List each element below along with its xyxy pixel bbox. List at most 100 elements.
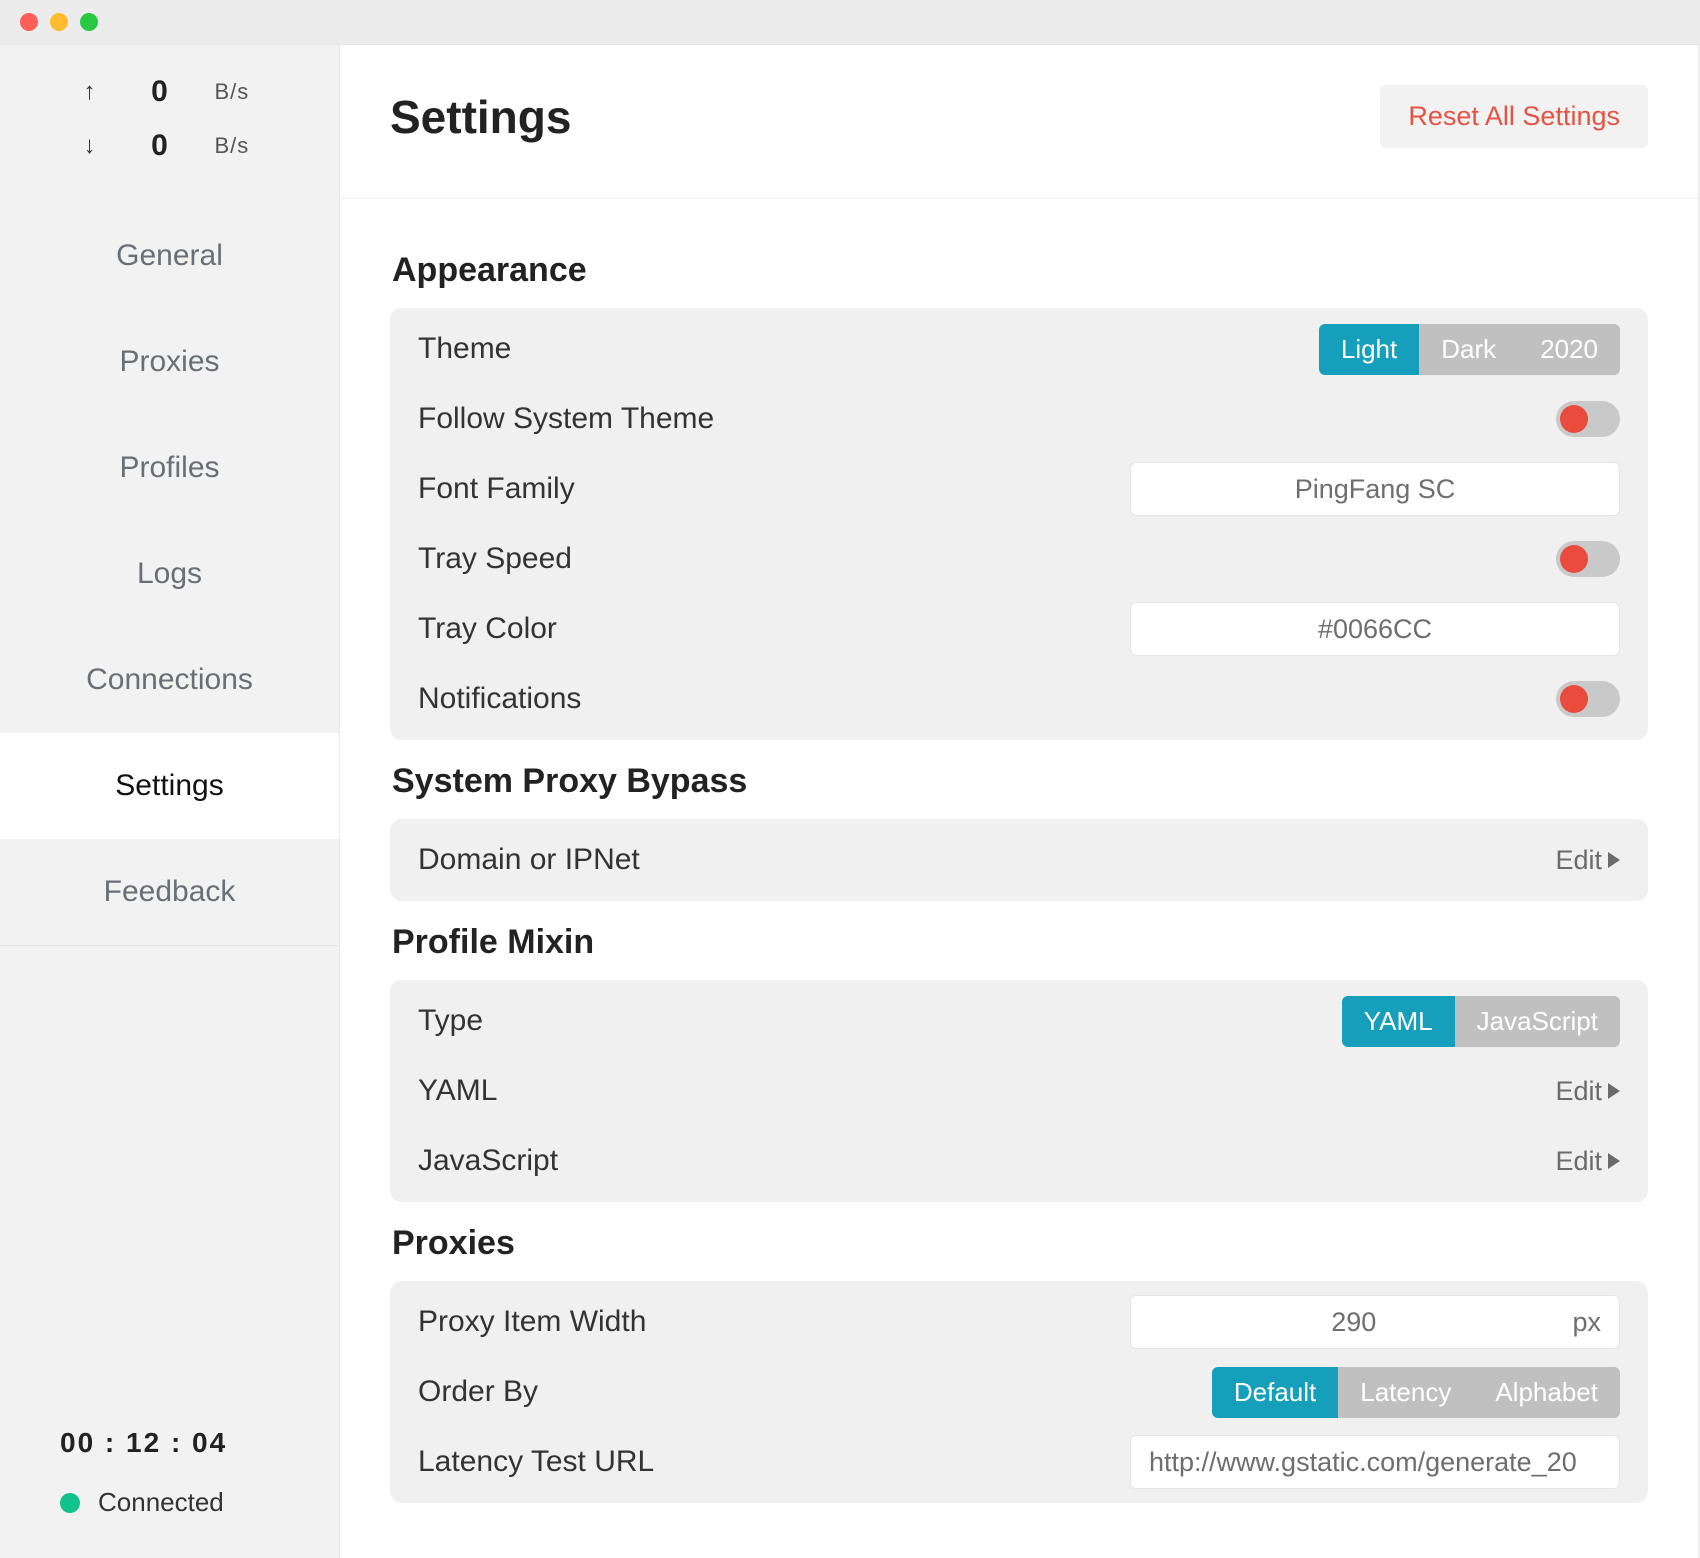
sidebar-footer: 00 : 12 : 04 Connected [0, 1402, 339, 1558]
profile-mixin-card: Type YAML JavaScript YAML Edit [390, 980, 1648, 1202]
sidebar-item-general[interactable]: General [0, 203, 339, 309]
row-tray-speed: Tray Speed [418, 524, 1620, 594]
section-title-proxies: Proxies [392, 1224, 1648, 1263]
speed-block: ↑ 0 B/s ↓ 0 B/s [0, 45, 339, 203]
label-domain-ipnet: Domain or IPNet [418, 843, 640, 877]
page-header: Settings Reset All Settings [340, 45, 1698, 199]
input-latency-test-url[interactable]: http://www.gstatic.com/generate_20 [1130, 1435, 1620, 1489]
mixin-type-option-javascript[interactable]: JavaScript [1455, 996, 1620, 1047]
edit-domain-ipnet-button[interactable]: Edit [1555, 845, 1620, 876]
order-by-option-alphabet[interactable]: Alphabet [1473, 1367, 1620, 1418]
maximize-window-button[interactable] [80, 13, 98, 31]
toggle-knob-icon [1560, 545, 1588, 573]
theme-option-2020[interactable]: 2020 [1518, 324, 1620, 375]
order-by-segmented: Default Latency Alphabet [1212, 1367, 1620, 1418]
row-latency-test-url: Latency Test URL http://www.gstatic.com/… [418, 1427, 1620, 1497]
label-mixin-type: Type [418, 1004, 483, 1038]
toggle-knob-icon [1560, 405, 1588, 433]
label-tray-speed: Tray Speed [418, 542, 572, 576]
row-notifications: Notifications [418, 664, 1620, 734]
sidebar-item-connections[interactable]: Connections [0, 627, 339, 733]
chevron-right-icon [1608, 1083, 1620, 1099]
speed-download-row: ↓ 0 B/s [35, 119, 304, 173]
mixin-type-segmented: YAML JavaScript [1342, 996, 1620, 1047]
input-proxy-item-width[interactable]: 290 px [1130, 1295, 1620, 1349]
edit-label: Edit [1555, 845, 1602, 876]
arrow-up-icon: ↑ [75, 78, 105, 106]
sidebar-nav: General Proxies Profiles Logs Connection… [0, 203, 339, 945]
toggle-knob-icon [1560, 685, 1588, 713]
page-title: Settings [390, 90, 571, 144]
system-proxy-bypass-card: Domain or IPNet Edit [390, 819, 1648, 901]
reset-all-settings-button[interactable]: Reset All Settings [1380, 85, 1648, 148]
row-mixin-type: Type YAML JavaScript [418, 986, 1620, 1056]
speed-upload-row: ↑ 0 B/s [35, 65, 304, 119]
label-notifications: Notifications [418, 682, 581, 716]
toggle-tray-speed[interactable] [1556, 541, 1620, 577]
sidebar-item-proxies[interactable]: Proxies [0, 309, 339, 415]
section-title-appearance: Appearance [392, 251, 1648, 290]
section-title-system-proxy-bypass: System Proxy Bypass [392, 762, 1648, 801]
label-order-by: Order By [418, 1375, 538, 1409]
edit-mixin-yaml-button[interactable]: Edit [1555, 1076, 1620, 1107]
input-tray-color[interactable]: #0066CC [1130, 602, 1620, 656]
toggle-follow-system-theme[interactable] [1556, 401, 1620, 437]
proxy-item-width-value: 290 [1149, 1307, 1558, 1338]
sidebar-item-feedback[interactable]: Feedback [0, 839, 339, 945]
section-title-profile-mixin: Profile Mixin [392, 923, 1648, 962]
settings-content: Appearance Theme Light Dark 2020 Follow … [340, 199, 1698, 1558]
download-speed-value: 0 [135, 129, 185, 163]
label-mixin-yaml: YAML [418, 1074, 497, 1108]
status-dot-icon [60, 1493, 80, 1513]
row-font-family: Font Family PingFang SC [418, 454, 1620, 524]
label-font-family: Font Family [418, 472, 575, 506]
download-speed-unit: B/s [215, 133, 265, 159]
arrow-down-icon: ↓ [75, 132, 105, 160]
theme-segmented: Light Dark 2020 [1319, 324, 1620, 375]
order-by-option-latency[interactable]: Latency [1338, 1367, 1473, 1418]
upload-speed-unit: B/s [215, 79, 265, 105]
row-order-by: Order By Default Latency Alphabet [418, 1357, 1620, 1427]
sidebar-item-settings[interactable]: Settings [0, 733, 339, 839]
row-domain-ipnet: Domain or IPNet Edit [418, 825, 1620, 895]
theme-option-light[interactable]: Light [1319, 324, 1419, 375]
label-theme: Theme [418, 332, 511, 366]
main-scroll: Settings Reset All Settings Appearance T… [340, 45, 1698, 1558]
uptime: 00 : 12 : 04 [60, 1427, 309, 1487]
sidebar: ↑ 0 B/s ↓ 0 B/s General Proxies Profiles… [0, 45, 340, 1558]
edit-label: Edit [1555, 1146, 1602, 1177]
toggle-notifications[interactable] [1556, 681, 1620, 717]
titlebar [0, 0, 1700, 44]
order-by-option-default[interactable]: Default [1212, 1367, 1338, 1418]
row-proxy-item-width: Proxy Item Width 290 px [418, 1287, 1620, 1357]
row-mixin-js: JavaScript Edit [418, 1126, 1620, 1196]
row-follow-system-theme: Follow System Theme [418, 384, 1620, 454]
theme-option-dark[interactable]: Dark [1419, 324, 1518, 375]
input-font-family[interactable]: PingFang SC [1130, 462, 1620, 516]
minimize-window-button[interactable] [50, 13, 68, 31]
label-proxy-item-width: Proxy Item Width [418, 1305, 646, 1339]
mixin-type-option-yaml[interactable]: YAML [1342, 996, 1455, 1047]
chevron-right-icon [1608, 852, 1620, 868]
sidebar-item-logs[interactable]: Logs [0, 521, 339, 627]
appearance-card: Theme Light Dark 2020 Follow System Them… [390, 308, 1648, 740]
row-tray-color: Tray Color #0066CC [418, 594, 1620, 664]
label-tray-color: Tray Color [418, 612, 557, 646]
connection-status-text: Connected [98, 1487, 224, 1518]
upload-speed-value: 0 [135, 75, 185, 109]
label-follow-system-theme: Follow System Theme [418, 402, 714, 436]
sidebar-spacer [0, 946, 339, 1402]
main: Settings Reset All Settings Appearance T… [340, 45, 1700, 1558]
sidebar-item-profiles[interactable]: Profiles [0, 415, 339, 521]
row-theme: Theme Light Dark 2020 [418, 314, 1620, 384]
row-mixin-yaml: YAML Edit [418, 1056, 1620, 1126]
label-mixin-js: JavaScript [418, 1144, 558, 1178]
chevron-right-icon [1608, 1153, 1620, 1169]
label-latency-test-url: Latency Test URL [418, 1445, 654, 1479]
app-frame: ↑ 0 B/s ↓ 0 B/s General Proxies Profiles… [0, 44, 1700, 1558]
connection-status: Connected [60, 1487, 309, 1518]
edit-mixin-js-button[interactable]: Edit [1555, 1146, 1620, 1177]
proxies-card: Proxy Item Width 290 px Order By Default… [390, 1281, 1648, 1503]
close-window-button[interactable] [20, 13, 38, 31]
edit-label: Edit [1555, 1076, 1602, 1107]
